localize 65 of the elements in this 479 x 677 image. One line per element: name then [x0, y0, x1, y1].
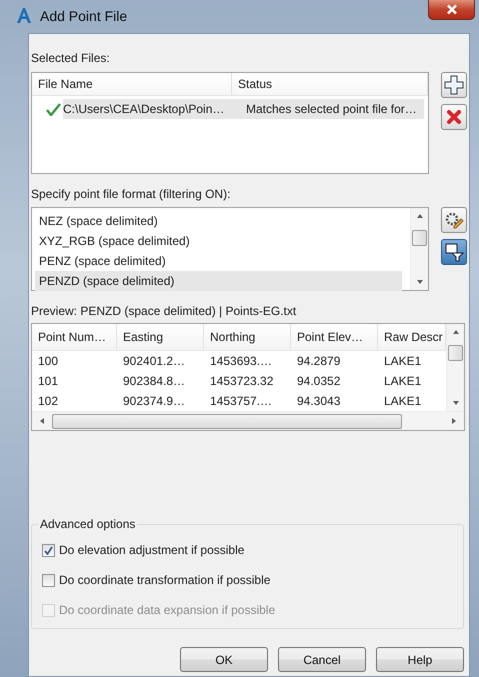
dialog-button[interactable]: Help: [376, 647, 464, 672]
plus-icon: [444, 75, 464, 95]
add-file-button[interactable]: [441, 72, 467, 98]
remove-file-button[interactable]: [441, 104, 467, 130]
dialog-button[interactable]: OK: [180, 647, 268, 672]
scroll-right-icon[interactable]: [450, 417, 458, 425]
scroll-left-icon[interactable]: [38, 417, 46, 425]
table-cell-text: 94.3043: [296, 393, 342, 410]
window-title: Add Point File: [40, 8, 128, 24]
preview-label: Preview: PENZD (space delimited) | Points-EG.txt: [31, 303, 298, 319]
horizontal-scrollbar[interactable]: [32, 411, 464, 430]
group-title: Advanced options: [39, 517, 136, 531]
column-header[interactable]: Status: [232, 73, 428, 95]
checkbox[interactable]: [42, 544, 55, 556]
dialog-button[interactable]: Cancel: [278, 647, 366, 672]
format-item[interactable]: NEZ (space delimited): [35, 211, 402, 231]
gear-pencil-icon: [444, 210, 464, 230]
table-cell-text: 102: [37, 393, 60, 410]
table-cell-text: 902401.2…: [122, 353, 186, 370]
close-button[interactable]: [428, 0, 475, 20]
scroll-down-icon[interactable]: [452, 399, 460, 407]
format-item[interactable]: XYZ_RGB (space delimited): [35, 231, 402, 251]
edit-format-button[interactable]: [441, 207, 467, 233]
column-header[interactable]: Northing: [204, 324, 291, 350]
table-cell-text: 902374.9…: [122, 393, 186, 410]
table-cell-text: 1453757.…: [209, 393, 274, 410]
section-label: Selected Files:: [31, 50, 111, 66]
table-cell-text: LAKE1: [383, 353, 422, 370]
table-cell-text: LAKE1: [383, 393, 422, 410]
remove-icon: [446, 109, 462, 125]
filter-icon: [444, 242, 464, 262]
scroll-up-icon[interactable]: [416, 212, 424, 220]
section-label: Specify point file format (filtering ON):: [31, 186, 232, 202]
column-header[interactable]: File Name: [32, 73, 232, 95]
close-icon: [446, 4, 458, 15]
vertical-scrollbar[interactable]: [446, 324, 464, 411]
table-cell-text: 1453723.32: [209, 373, 274, 390]
file-name: C:\Users\CEA\Desktop\Poin…: [63, 102, 226, 116]
table-cell-text: 100: [37, 353, 60, 370]
table-cell-text: 1453693.…: [209, 353, 274, 370]
table-cell-text: LAKE1: [383, 373, 422, 390]
app-logo-icon: [16, 7, 32, 24]
format-item[interactable]: PENZ (space delimited): [35, 251, 402, 271]
file-row[interactable]: C:\Users\CEA\Desktop\Poin… Matches selected point file for…: [63, 99, 424, 119]
table-cell-text: 94.2879: [296, 353, 342, 370]
column-header[interactable]: Point Num…: [32, 324, 117, 350]
file-status: Matches selected point file for…: [246, 102, 417, 116]
column-header[interactable]: Easting: [117, 324, 204, 350]
vertical-scrollbar[interactable]: [410, 208, 428, 290]
table-cell-text: 902384.8…: [122, 373, 186, 390]
column-header[interactable]: Point Elev…: [291, 324, 378, 350]
format-item[interactable]: PENZD (space delimited): [35, 271, 402, 291]
checkbox-label: Do elevation adjustment if possible: [59, 543, 244, 557]
checkbox-label: Do coordinate data expansion if possible: [59, 603, 276, 617]
table-cell-text: 94.0352: [296, 373, 342, 390]
scroll-thumb[interactable]: [52, 414, 402, 428]
table-cell-text: 101: [37, 373, 60, 390]
scroll-thumb[interactable]: [412, 230, 427, 246]
filter-format-button[interactable]: [441, 239, 467, 265]
check-icon: [46, 102, 61, 116]
checkbox[interactable]: [42, 574, 55, 586]
scroll-thumb[interactable]: [448, 344, 463, 360]
scroll-up-icon[interactable]: [452, 328, 460, 336]
scroll-down-icon[interactable]: [416, 278, 424, 286]
checkbox-label: Do coordinate transformation if possible: [59, 573, 270, 587]
